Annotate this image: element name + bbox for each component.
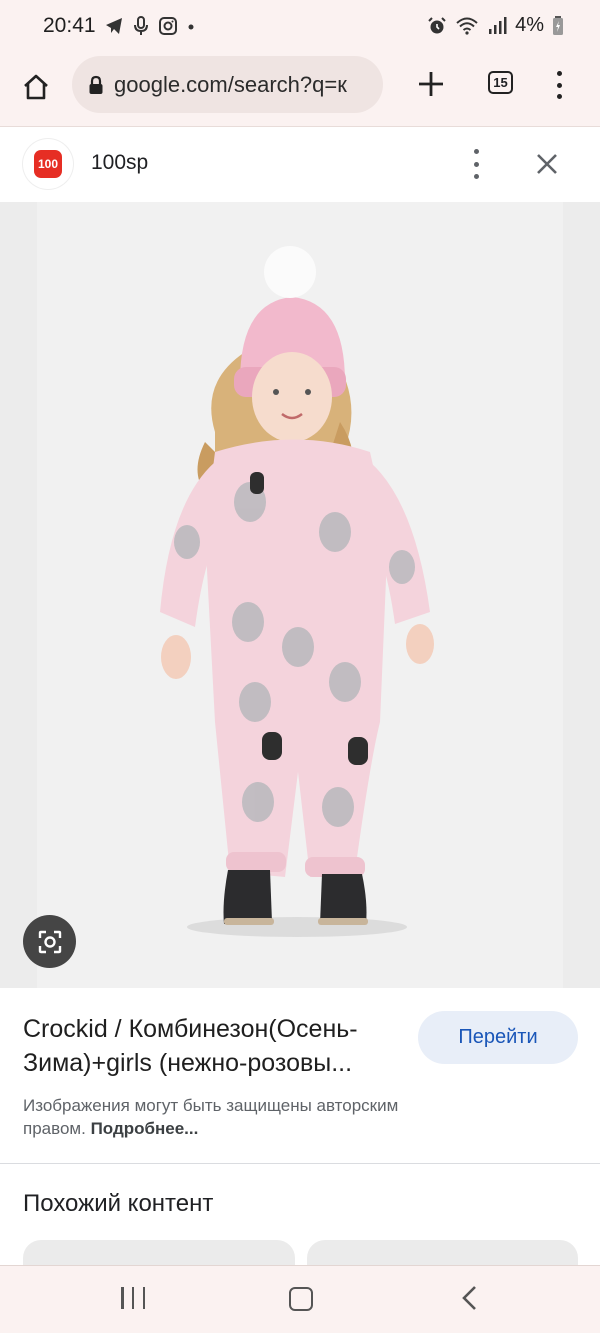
browser-menu-button[interactable] [549,67,569,103]
address-bar[interactable]: google.com/search?q=к [72,56,383,113]
wifi-icon [456,17,478,35]
close-icon [537,154,557,174]
telegram-icon [106,18,122,34]
copyright-notice: Изображения могут быть защищены авторски… [23,1094,443,1140]
copyright-text: Изображения могут быть защищены авторски… [23,1096,399,1138]
product-photo [160,246,434,937]
status-left-icons [104,16,196,36]
home-button[interactable] [16,67,56,107]
lens-search-button[interactable] [23,915,76,968]
status-bar: 20:41 4% [0,0,600,54]
visit-button[interactable]: Перейти [418,1011,578,1064]
tab-switcher-button[interactable]: 15 [488,71,513,94]
lens-icon [38,930,61,953]
instagram-icon [159,17,177,35]
source-name[interactable]: 100sp [91,151,148,175]
alarm-icon [428,16,446,33]
image-source-header: 100 100sp [0,126,600,203]
lock-icon [89,75,103,94]
plus-icon [419,72,443,96]
system-navigation-bar [0,1265,600,1333]
status-time: 20:41 [43,14,96,37]
browser-toolbar: google.com/search?q=к 15 [0,54,600,126]
battery-text: 4% [515,14,544,36]
status-right-icons: 4% [427,14,564,37]
home-icon [24,74,48,100]
home-nav-button[interactable] [289,1287,313,1311]
dot-icon [188,24,194,30]
source-logo-mark: 100 [34,150,62,178]
similar-content-heading: Похожий контент [23,1190,214,1217]
url-text[interactable]: google.com/search?q=к [114,72,366,98]
more-options-button[interactable] [466,149,486,179]
signal-icon [489,16,507,34]
divider [0,1163,600,1164]
back-icon [462,1286,476,1310]
result-title[interactable]: Crockid / Комбинезон(Осень-Зима)+girls (… [23,1012,403,1080]
image-preview[interactable] [0,202,600,988]
new-tab-button[interactable] [413,66,449,102]
back-button[interactable] [458,1284,482,1312]
learn-more-link[interactable]: Подробнее... [91,1119,199,1138]
close-button[interactable] [532,149,562,179]
microphone-icon [134,16,148,35]
battery-icon [553,15,563,35]
recents-button[interactable] [121,1287,145,1309]
source-logo[interactable]: 100 [23,139,73,189]
